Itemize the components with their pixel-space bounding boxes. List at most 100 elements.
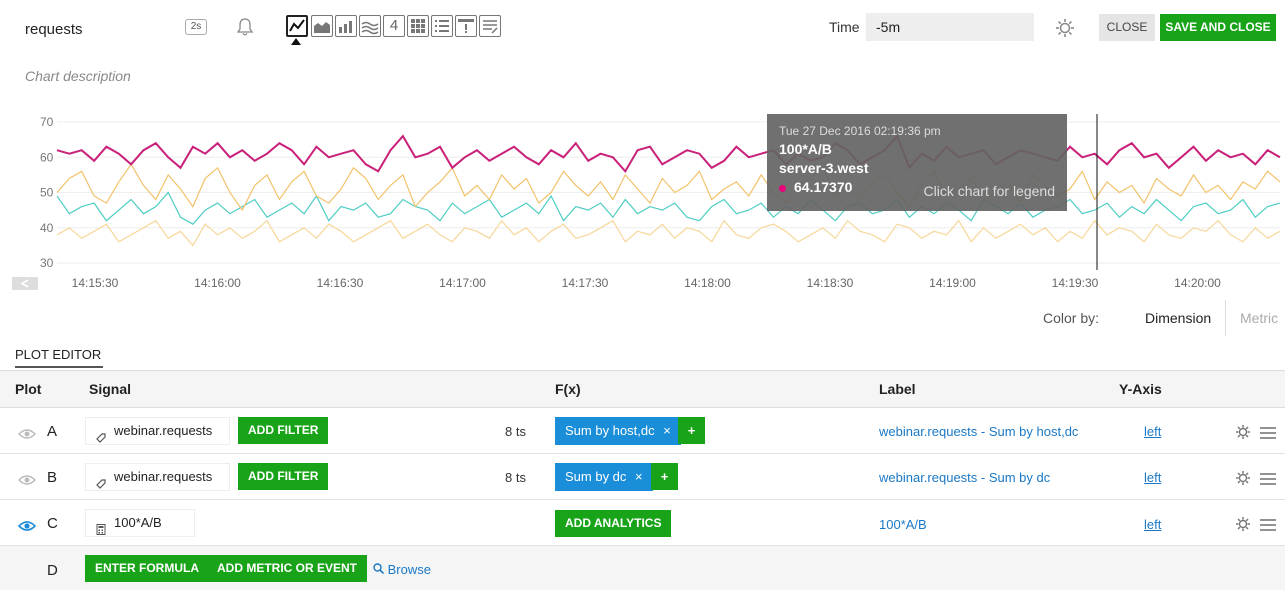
plot-editor-tab[interactable]: PLOT EDITOR <box>15 347 101 362</box>
bell-icon[interactable] <box>236 17 254 37</box>
timeseries-count: 8 ts <box>505 424 526 439</box>
header-fx: F(x) <box>555 381 581 397</box>
x-tick-label: 14:16:00 <box>194 276 241 290</box>
histogram-icon[interactable] <box>359 15 381 37</box>
tooltip-host: server-3.west <box>779 160 869 176</box>
x-tick-label: 14:16:30 <box>317 276 364 290</box>
time-range-input[interactable]: -5m <box>866 13 1034 41</box>
x-tick-label: 14:15:30 <box>72 276 119 290</box>
refresh-interval-badge[interactable]: 2s <box>185 19 207 35</box>
metric-tag-icon <box>96 472 106 489</box>
y-tick-label: 30 <box>40 256 54 270</box>
color-by-divider <box>1225 300 1226 336</box>
search-icon <box>373 562 385 577</box>
chart-tooltip: Tue 27 Dec 2016 02:19:36 pm 100*A/B serv… <box>767 114 1067 211</box>
x-tick-label: 14:19:00 <box>929 276 976 290</box>
plot-settings-icon[interactable] <box>1235 470 1251 486</box>
scroll-left-button[interactable] <box>12 277 38 290</box>
plot-letter: A <box>47 423 58 440</box>
yaxis-selector[interactable]: left <box>1144 424 1161 439</box>
x-tick-label: 14:18:30 <box>807 276 854 290</box>
drag-handle-icon[interactable] <box>1260 426 1276 439</box>
series-color-dot <box>779 184 786 192</box>
remove-fx-icon[interactable]: × <box>635 469 643 484</box>
eye-icon[interactable] <box>18 473 36 485</box>
browse-label: Browse <box>387 562 431 577</box>
formula-text: 100*A/B <box>114 515 162 530</box>
plot-label[interactable]: webinar.requests - Sum by dc <box>879 470 1050 485</box>
drag-handle-icon[interactable] <box>1260 518 1276 531</box>
add-analytics-button[interactable]: ADD ANALYTICS <box>555 510 672 537</box>
header-label: Label <box>879 381 916 397</box>
eye-icon[interactable] <box>18 427 36 439</box>
plot-settings-icon[interactable] <box>1235 516 1251 532</box>
remove-fx-icon[interactable]: × <box>663 423 671 438</box>
chart-name[interactable]: requests <box>25 21 83 38</box>
y-tick-label: 40 <box>40 221 54 235</box>
plot-label[interactable]: 100*A/B <box>879 517 927 532</box>
add-filter-button[interactable]: ADD FILTER <box>238 463 329 490</box>
add-fx-button[interactable]: + <box>678 417 705 444</box>
x-tick-label: 14:20:00 <box>1174 276 1221 290</box>
x-tick-label: 14:19:30 <box>1052 276 1099 290</box>
fx-chip-label: Sum by host,dc <box>565 423 655 438</box>
calculator-icon <box>96 518 106 535</box>
chart-description-field[interactable]: Chart description <box>25 68 131 84</box>
formula-input[interactable]: 100*A/B <box>85 509 195 537</box>
chart-header: requests 2s 4 Time -5m CLOSE SAVE AND CL… <box>0 0 1285 60</box>
y-tick-label: 50 <box>40 186 54 200</box>
close-button[interactable]: CLOSE <box>1099 14 1155 41</box>
fx-chip[interactable]: Sum by dc × <box>555 463 653 491</box>
plot-label[interactable]: webinar.requests - Sum by host,dc <box>879 424 1078 439</box>
browse-link[interactable]: Browse <box>373 562 431 577</box>
line-chart[interactable]: 70 60 50 40 30 14:15:30 14:16:00 14:16:30 14:17:… <box>0 100 1285 300</box>
add-filter-button[interactable]: ADD FILTER <box>238 417 329 444</box>
color-by-label: Color by: <box>1043 310 1100 326</box>
yaxis-selector[interactable]: left <box>1144 470 1161 485</box>
plot-letter: C <box>47 515 58 532</box>
drag-handle-icon[interactable] <box>1260 472 1276 485</box>
plot-settings-icon[interactable] <box>1235 424 1251 440</box>
yaxis-selector[interactable]: left <box>1144 517 1161 532</box>
plot-letter: D <box>47 562 58 579</box>
color-by-metric-tab[interactable]: Metric <box>1240 310 1278 326</box>
timeseries-count: 8 ts <box>505 470 526 485</box>
text-note-icon[interactable] <box>479 15 501 37</box>
tooltip-hint: Click chart for legend <box>923 183 1055 199</box>
color-by-dimension-tab[interactable]: Dimension <box>1145 310 1211 326</box>
x-tick-label: 14:17:30 <box>562 276 609 290</box>
add-fx-button[interactable]: + <box>651 463 678 490</box>
y-tick-label: 60 <box>40 150 54 164</box>
single-value-icon[interactable]: 4 <box>383 15 405 37</box>
tab-underline <box>15 366 103 368</box>
add-metric-or-event-button[interactable]: ADD METRIC OR EVENT <box>207 555 368 582</box>
fx-chip[interactable]: Sum by host,dc × <box>555 417 681 445</box>
eye-icon[interactable] <box>17 519 37 531</box>
header-yaxis: Y-Axis <box>1119 381 1162 397</box>
plot-editor-header <box>0 370 1285 408</box>
tooltip-date: Tue 27 Dec 2016 02:19:36 pm <box>779 124 941 138</box>
signal-input[interactable]: webinar.requests <box>85 417 230 445</box>
tooltip-series: 100*A/B <box>779 141 832 157</box>
list-icon[interactable] <box>431 15 453 37</box>
area-chart-icon[interactable] <box>311 15 333 37</box>
signal-input[interactable]: webinar.requests <box>85 463 230 491</box>
plot-letter: B <box>47 469 58 486</box>
signal-text: webinar.requests <box>114 469 213 484</box>
header-signal: Signal <box>89 381 132 397</box>
event-feed-icon[interactable] <box>455 15 477 37</box>
metric-tag-icon <box>96 426 106 443</box>
save-and-close-button[interactable]: SAVE AND CLOSE <box>1160 14 1276 41</box>
column-chart-icon[interactable] <box>335 15 357 37</box>
enter-formula-button[interactable]: ENTER FORMULA <box>85 555 209 582</box>
settings-sun-icon[interactable] <box>1055 18 1075 43</box>
x-tick-label: 14:18:00 <box>684 276 731 290</box>
x-tick-label: 14:17:00 <box>439 276 486 290</box>
fx-chip-label: Sum by dc <box>565 469 627 484</box>
heatmap-icon[interactable] <box>407 15 429 37</box>
header-plot: Plot <box>15 381 42 397</box>
line-chart-icon[interactable] <box>286 15 308 37</box>
time-label: Time <box>829 19 860 35</box>
signal-text: webinar.requests <box>114 423 213 438</box>
y-tick-label: 70 <box>40 115 54 129</box>
